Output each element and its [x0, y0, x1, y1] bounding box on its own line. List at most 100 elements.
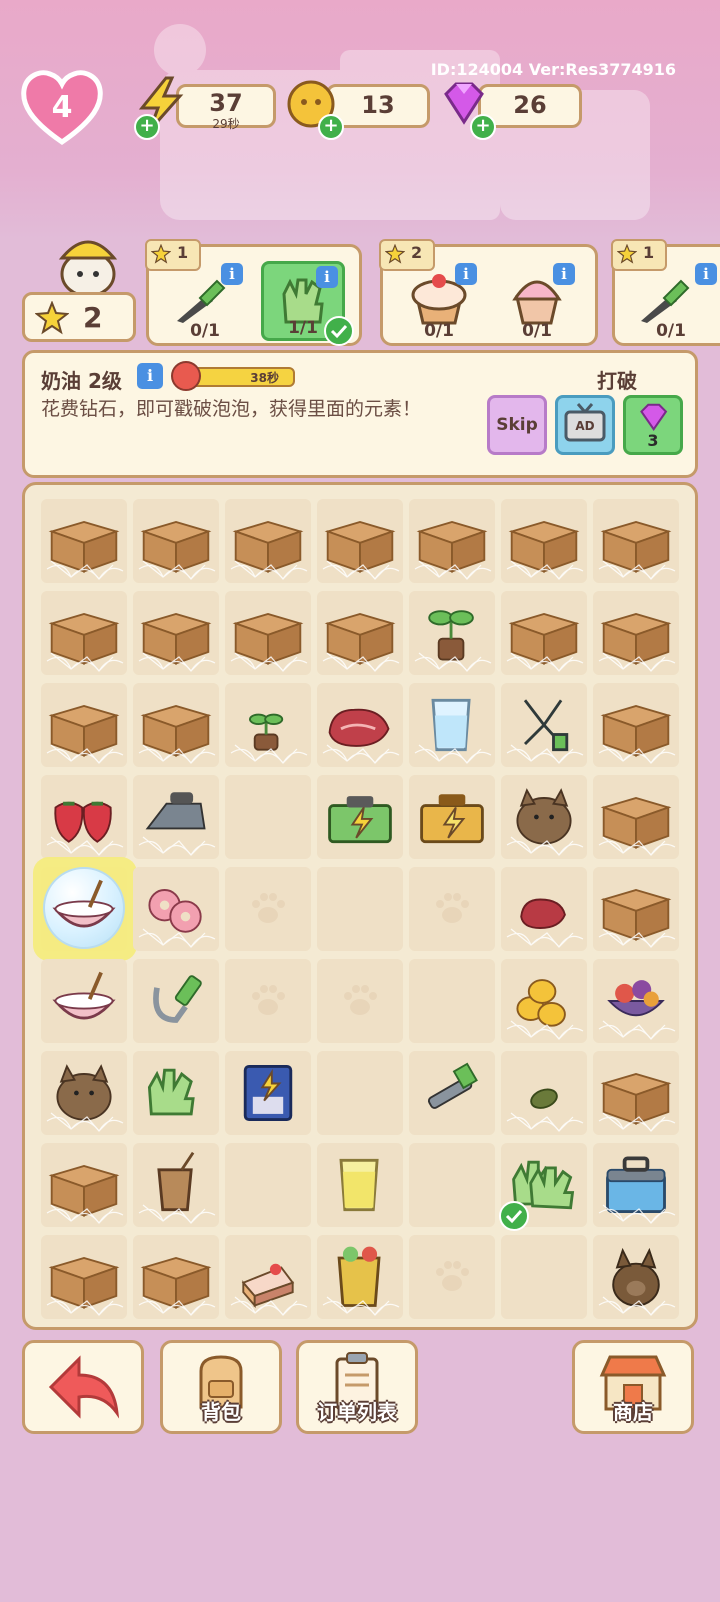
board-cell[interactable] — [593, 499, 679, 583]
board-cell[interactable] — [501, 1051, 587, 1135]
watch-ad-button[interactable]: AD — [555, 395, 615, 455]
order-item[interactable]: i 0/1 — [629, 261, 717, 341]
order-list-button[interactable]: 订单列表 — [296, 1340, 418, 1434]
board-cell[interactable] — [317, 959, 403, 1043]
order-item-count: 0/1 — [424, 321, 454, 341]
item-info-button[interactable]: i — [137, 363, 163, 389]
pop-with-gems-button[interactable]: 3 — [623, 395, 683, 455]
item-info-button[interactable]: i — [455, 263, 477, 285]
board-cell[interactable] — [593, 1235, 679, 1319]
order-item[interactable]: i 1/1 — [261, 261, 354, 346]
order-item[interactable]: i 0/1 — [163, 261, 247, 341]
board-cell[interactable] — [501, 1235, 587, 1319]
board-cell[interactable] — [225, 1051, 311, 1135]
wrench-icon — [427, 1062, 478, 1109]
order-card-3[interactable]: 1 i 0/1 — [611, 239, 720, 346]
board-cell[interactable] — [593, 867, 679, 951]
board-cell[interactable] — [225, 1235, 311, 1319]
board-cell[interactable] — [133, 499, 219, 583]
board-cell[interactable] — [501, 683, 587, 767]
board-cell[interactable] — [133, 867, 219, 951]
board-cell[interactable] — [409, 1235, 495, 1319]
board-cell[interactable] — [225, 867, 311, 951]
board-cell[interactable] — [225, 775, 311, 859]
energy-counter[interactable]: 37 29秒 — [176, 84, 276, 131]
board-cell[interactable] — [41, 959, 127, 1043]
board-cell[interactable] — [317, 867, 403, 951]
board-cell[interactable] — [41, 1051, 127, 1135]
board-cell[interactable] — [225, 499, 311, 583]
board-cell[interactable] — [133, 683, 219, 767]
lives-heart[interactable]: 4 — [20, 70, 104, 146]
board-cell[interactable] — [133, 1235, 219, 1319]
order-item[interactable]: i 0/1 — [495, 261, 579, 341]
leaf-icon — [530, 1088, 558, 1109]
board-cell[interactable] — [501, 775, 587, 859]
board-cell[interactable] — [593, 959, 679, 1043]
board-cell[interactable] — [41, 591, 127, 675]
board-cell[interactable] — [133, 1143, 219, 1227]
backpack-button[interactable]: 背包 — [160, 1340, 282, 1434]
add-gems-button[interactable]: + — [470, 114, 496, 140]
player-stars: 2 — [22, 292, 136, 342]
board-cell[interactable] — [501, 867, 587, 951]
board-cell[interactable] — [317, 591, 403, 675]
board-cell[interactable] — [133, 959, 219, 1043]
board-cell[interactable] — [409, 1051, 495, 1135]
box-icon — [48, 705, 120, 757]
back-button[interactable] — [22, 1340, 144, 1434]
toolbox-green-icon — [328, 796, 392, 844]
shop-button[interactable]: 商店 — [572, 1340, 694, 1434]
board-cell[interactable] — [317, 775, 403, 859]
board-cell[interactable] — [133, 1051, 219, 1135]
order-item[interactable]: i 0/1 — [397, 261, 481, 341]
board-cell[interactable] — [133, 775, 219, 859]
board-cell[interactable] — [501, 499, 587, 583]
board-cell[interactable] — [41, 683, 127, 767]
board-cell[interactable] — [593, 1051, 679, 1135]
add-energy-button[interactable]: + — [134, 114, 160, 140]
order-card-2[interactable]: 2 i 0/1 i 0/1 — [379, 239, 598, 346]
board-cell[interactable] — [41, 1143, 127, 1227]
board-cell[interactable] — [409, 683, 495, 767]
item-info-button[interactable]: i — [221, 263, 243, 285]
board-cell[interactable] — [317, 499, 403, 583]
board-cell[interactable] — [317, 1235, 403, 1319]
board-cell[interactable] — [225, 683, 311, 767]
box-icon — [48, 613, 120, 665]
board-cell[interactable] — [133, 591, 219, 675]
box-icon — [508, 613, 580, 665]
board-cell[interactable] — [501, 591, 587, 675]
board-cell[interactable] — [41, 1235, 127, 1319]
board-cell[interactable] — [317, 1143, 403, 1227]
board-cell[interactable] — [41, 775, 127, 859]
board-cell[interactable] — [225, 959, 311, 1043]
board-cell[interactable] — [317, 1051, 403, 1135]
item-info-button[interactable]: i — [695, 263, 717, 285]
board-cell[interactable] — [409, 1143, 495, 1227]
board-cell[interactable] — [33, 857, 137, 961]
board-cell[interactable] — [409, 775, 495, 859]
item-info-button[interactable]: i — [553, 263, 575, 285]
skip-button[interactable]: Skip — [487, 395, 547, 455]
order-card-1[interactable]: 1 i 0/1 i 1/1 — [145, 239, 362, 346]
item-info-button[interactable]: i — [316, 266, 338, 288]
board-cell[interactable] — [225, 1143, 311, 1227]
board-cell[interactable] — [409, 591, 495, 675]
board-cell[interactable] — [593, 1143, 679, 1227]
board-cell[interactable] — [593, 775, 679, 859]
donut-icon — [148, 889, 202, 933]
board-cell[interactable] — [409, 959, 495, 1043]
board-cell[interactable] — [499, 1143, 587, 1231]
board-cell[interactable] — [409, 499, 495, 583]
box-icon — [140, 1257, 212, 1309]
pliers-icon — [523, 699, 569, 752]
board-cell[interactable] — [501, 959, 587, 1043]
board-cell[interactable] — [593, 683, 679, 767]
board-cell[interactable] — [41, 499, 127, 583]
board-cell[interactable] — [317, 683, 403, 767]
board-cell[interactable] — [225, 591, 311, 675]
board-cell[interactable] — [593, 591, 679, 675]
add-coins-button[interactable]: + — [318, 114, 344, 140]
board-cell[interactable] — [409, 867, 495, 951]
